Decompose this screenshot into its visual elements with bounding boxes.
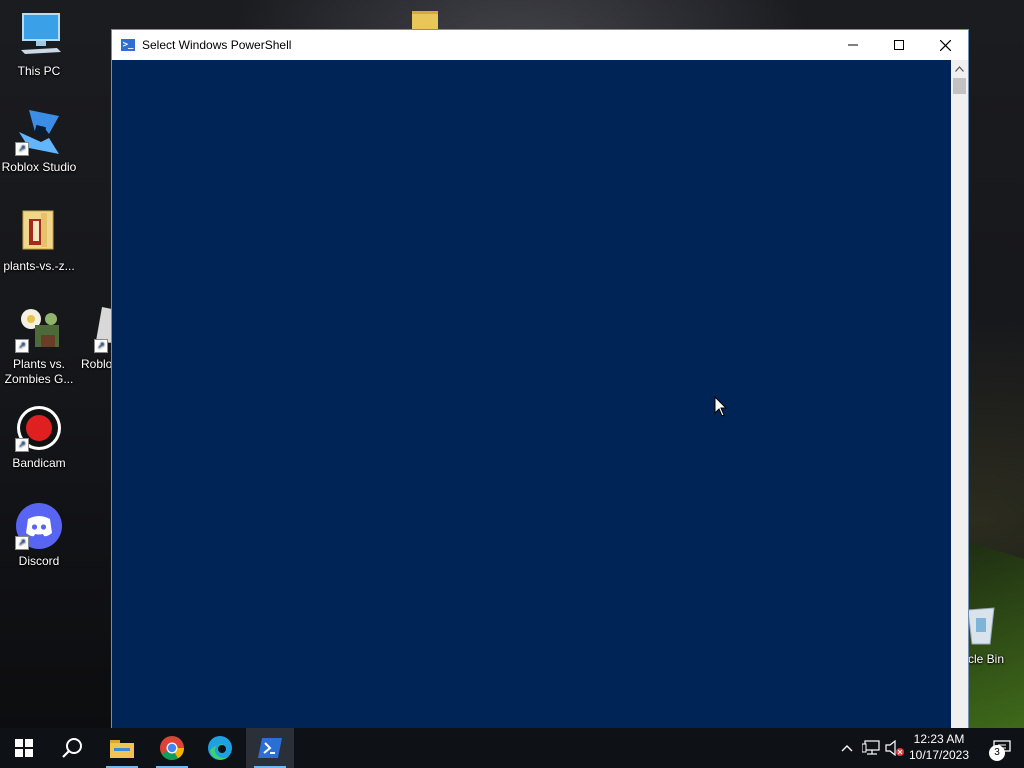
windows-start-icon [15,739,33,757]
edge-icon [208,736,232,760]
shortcut-arrow-icon: ↗ [15,339,29,353]
chrome-icon [160,736,184,761]
desktop-icon-discord[interactable]: ↗ Discord [0,502,80,569]
discord-icon: ↗ [15,502,63,550]
folder-zip-icon [15,207,63,255]
clock-date: 10/17/2023 [908,748,970,762]
clock-time: 12:23 AM [913,732,965,746]
desktop-icon-bandicam[interactable]: ↗ Bandicam [0,404,80,471]
search-icon [62,738,82,758]
console-area[interactable] [112,60,952,728]
roblox-studio-icon: ↗ [15,108,63,156]
bandicam-icon: ↗ [15,404,63,452]
scroll-thumb[interactable] [953,78,966,94]
desktop-icon-label: Roblo [81,357,113,371]
scroll-up-button[interactable] [951,62,968,76]
desktop-icon-plants-vs-zombies[interactable]: ↗ Plants vs. Zombies G... [0,305,80,387]
desktop-icon-label: Discord [18,554,60,568]
minimize-button[interactable] [830,30,876,60]
shortcut-arrow-icon: ↗ [15,438,29,452]
desktop-icon-recycle-bin[interactable]: cle Bin [966,604,1024,667]
taskbar-clock[interactable]: 12:23 AM 10/17/2023 [904,731,974,763]
window-title: Select Windows PowerShell [142,38,292,52]
volume-muted-icon [885,740,904,756]
desktop-icon-label: cle Bin [968,652,1005,666]
desktop-icon-label: plants-vs.-z... [3,259,75,273]
shortcut-arrow-icon: ↗ [94,339,108,353]
chevron-up-icon [955,66,964,72]
desktop-icon-label: Bandicam [12,456,66,470]
powershell-icon [258,738,282,758]
desktop-icon-label: Plants vs. Zombies G... [4,357,74,386]
desktop-icon-roblox[interactable]: ↗ Roblo [74,305,114,372]
powershell-window[interactable]: >_ Select Windows PowerShell [111,29,969,728]
taskbar-file-explorer[interactable] [98,728,146,768]
taskbar: 12:23 AM 10/17/2023 [0,728,1024,768]
desktop-icon-plants-zip[interactable]: plants-vs.-z... [0,207,80,274]
volume-button[interactable] [884,728,906,768]
close-icon [939,39,951,51]
maximize-button[interactable] [876,30,922,60]
desktop-icon-label: This PC [17,64,61,78]
shortcut-arrow-icon: ↗ [15,142,29,156]
maximize-icon [894,40,904,50]
mouse-cursor-icon [714,395,728,423]
this-pc-icon [15,12,63,60]
shortcut-arrow-icon: ↗ [15,536,29,550]
search-button[interactable] [48,728,96,768]
taskbar-powershell[interactable] [246,728,294,768]
plants-vs-zombies-icon: ↗ [15,305,63,353]
desktop-icon-this-pc[interactable]: This PC [0,12,80,79]
taskbar-chrome[interactable] [148,728,196,768]
folder-icon[interactable] [412,11,438,29]
network-icon [862,740,880,755]
vertical-scrollbar[interactable] [951,60,968,728]
minimize-icon [848,44,858,46]
file-explorer-icon [110,740,134,758]
network-button[interactable] [860,728,882,768]
powershell-icon: >_ [121,39,135,51]
show-hidden-icons-button[interactable] [838,728,856,768]
taskbar-edge[interactable] [196,728,244,768]
desktop-icon-roblox-studio[interactable]: ↗ Roblox Studio [0,108,80,175]
recycle-bin-icon [966,604,996,648]
close-button[interactable] [922,30,968,60]
start-button[interactable] [0,728,48,768]
chevron-up-icon [841,745,853,752]
notification-count-badge: 3 [989,745,1005,761]
window-titlebar[interactable]: >_ Select Windows PowerShell [112,30,968,60]
desktop-icon-label: Roblox Studio [1,160,77,174]
roblox-icon: ↗ [92,305,112,353]
